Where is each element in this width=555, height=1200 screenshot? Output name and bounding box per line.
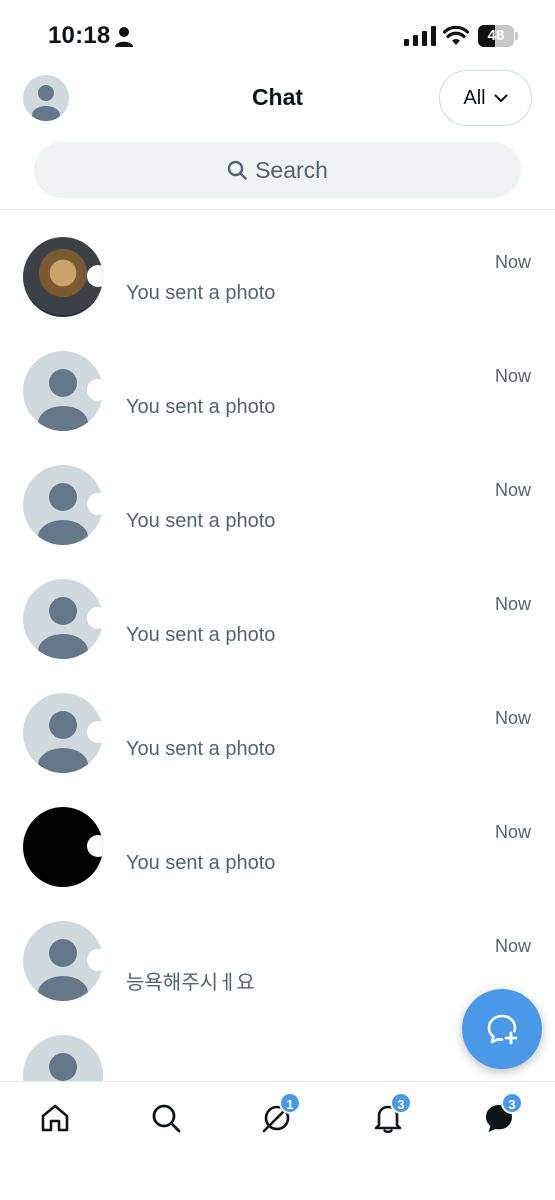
default-avatar-icon	[32, 85, 60, 121]
default-avatar-icon	[49, 1053, 77, 1081]
chat-avatar	[23, 351, 103, 431]
chat-row[interactable]: You sent a photo Now	[0, 211, 555, 325]
tab-search[interactable]	[146, 1098, 186, 1138]
chat-time: Now	[494, 708, 531, 728]
profile-avatar[interactable]	[23, 75, 69, 121]
chat-time: Now	[494, 822, 531, 842]
chat-row[interactable]: You sent a photo Now	[0, 553, 555, 667]
chat-time: Now	[494, 480, 531, 500]
grok-badge: 1	[279, 1092, 301, 1114]
battery-level: 48	[487, 27, 505, 44]
chat-preview: You sent a photo	[126, 624, 276, 646]
chat-time: Now	[494, 594, 531, 614]
search-placeholder: Search	[255, 156, 328, 183]
wifi-icon	[443, 25, 469, 45]
tab-messages[interactable]: 3	[479, 1092, 523, 1138]
chat-list: You sent a photo Now You sent a photo No…	[0, 211, 555, 1081]
tab-home[interactable]	[35, 1098, 75, 1138]
chat-preview: You sent a photo	[126, 852, 276, 874]
person-icon	[115, 27, 133, 47]
search-icon	[227, 160, 247, 180]
search-input[interactable]: Search	[34, 142, 521, 198]
bottom-tab-bar: 1 3 3	[0, 1081, 555, 1200]
chat-time: Now	[494, 252, 531, 272]
search-icon	[152, 1104, 181, 1133]
signal-icon	[404, 26, 436, 46]
chat-avatar	[23, 693, 103, 773]
chat-avatar	[23, 579, 103, 659]
new-chat-icon	[487, 1014, 518, 1045]
chat-preview: You sent a photo	[126, 510, 276, 532]
chat-avatar	[23, 807, 103, 887]
chevron-down-icon	[494, 94, 508, 102]
chat-time: Now	[494, 366, 531, 386]
tab-grok[interactable]: 1	[257, 1092, 301, 1138]
chat-row[interactable]: You sent a photo Now	[0, 667, 555, 781]
chat-row[interactable]: 능욕해주시ㅔ요 Now	[0, 895, 555, 1009]
battery-icon: 48	[478, 25, 518, 47]
filter-label: All	[463, 86, 486, 109]
chat-preview: You sent a photo	[126, 282, 276, 304]
messages-badge: 3	[501, 1092, 523, 1114]
chat-avatar	[23, 465, 103, 545]
chat-preview: You sent a photo	[126, 396, 276, 418]
chat-preview: You sent a photo	[126, 738, 276, 760]
chat-time: Now	[494, 936, 531, 956]
filter-dropdown[interactable]: All	[439, 70, 532, 126]
chat-header: Chat All Search	[0, 70, 555, 210]
chat-row[interactable]: You sent a photo Now	[0, 325, 555, 439]
chat-avatar	[23, 237, 103, 317]
home-icon	[41, 1104, 69, 1132]
chat-row[interactable]: You sent a photo Now	[0, 781, 555, 895]
notifications-badge: 3	[390, 1092, 412, 1114]
chat-avatar	[23, 1035, 103, 1081]
chat-preview: 능욕해주시ㅔ요	[126, 972, 255, 994]
new-chat-button[interactable]	[462, 989, 542, 1069]
tab-notifications[interactable]: 3	[368, 1092, 412, 1138]
status-bar: 10:18 48	[0, 0, 555, 70]
chat-row[interactable]: You sent a photo Now	[0, 439, 555, 553]
chat-avatar	[23, 921, 103, 1001]
status-time: 10:18	[48, 22, 111, 49]
